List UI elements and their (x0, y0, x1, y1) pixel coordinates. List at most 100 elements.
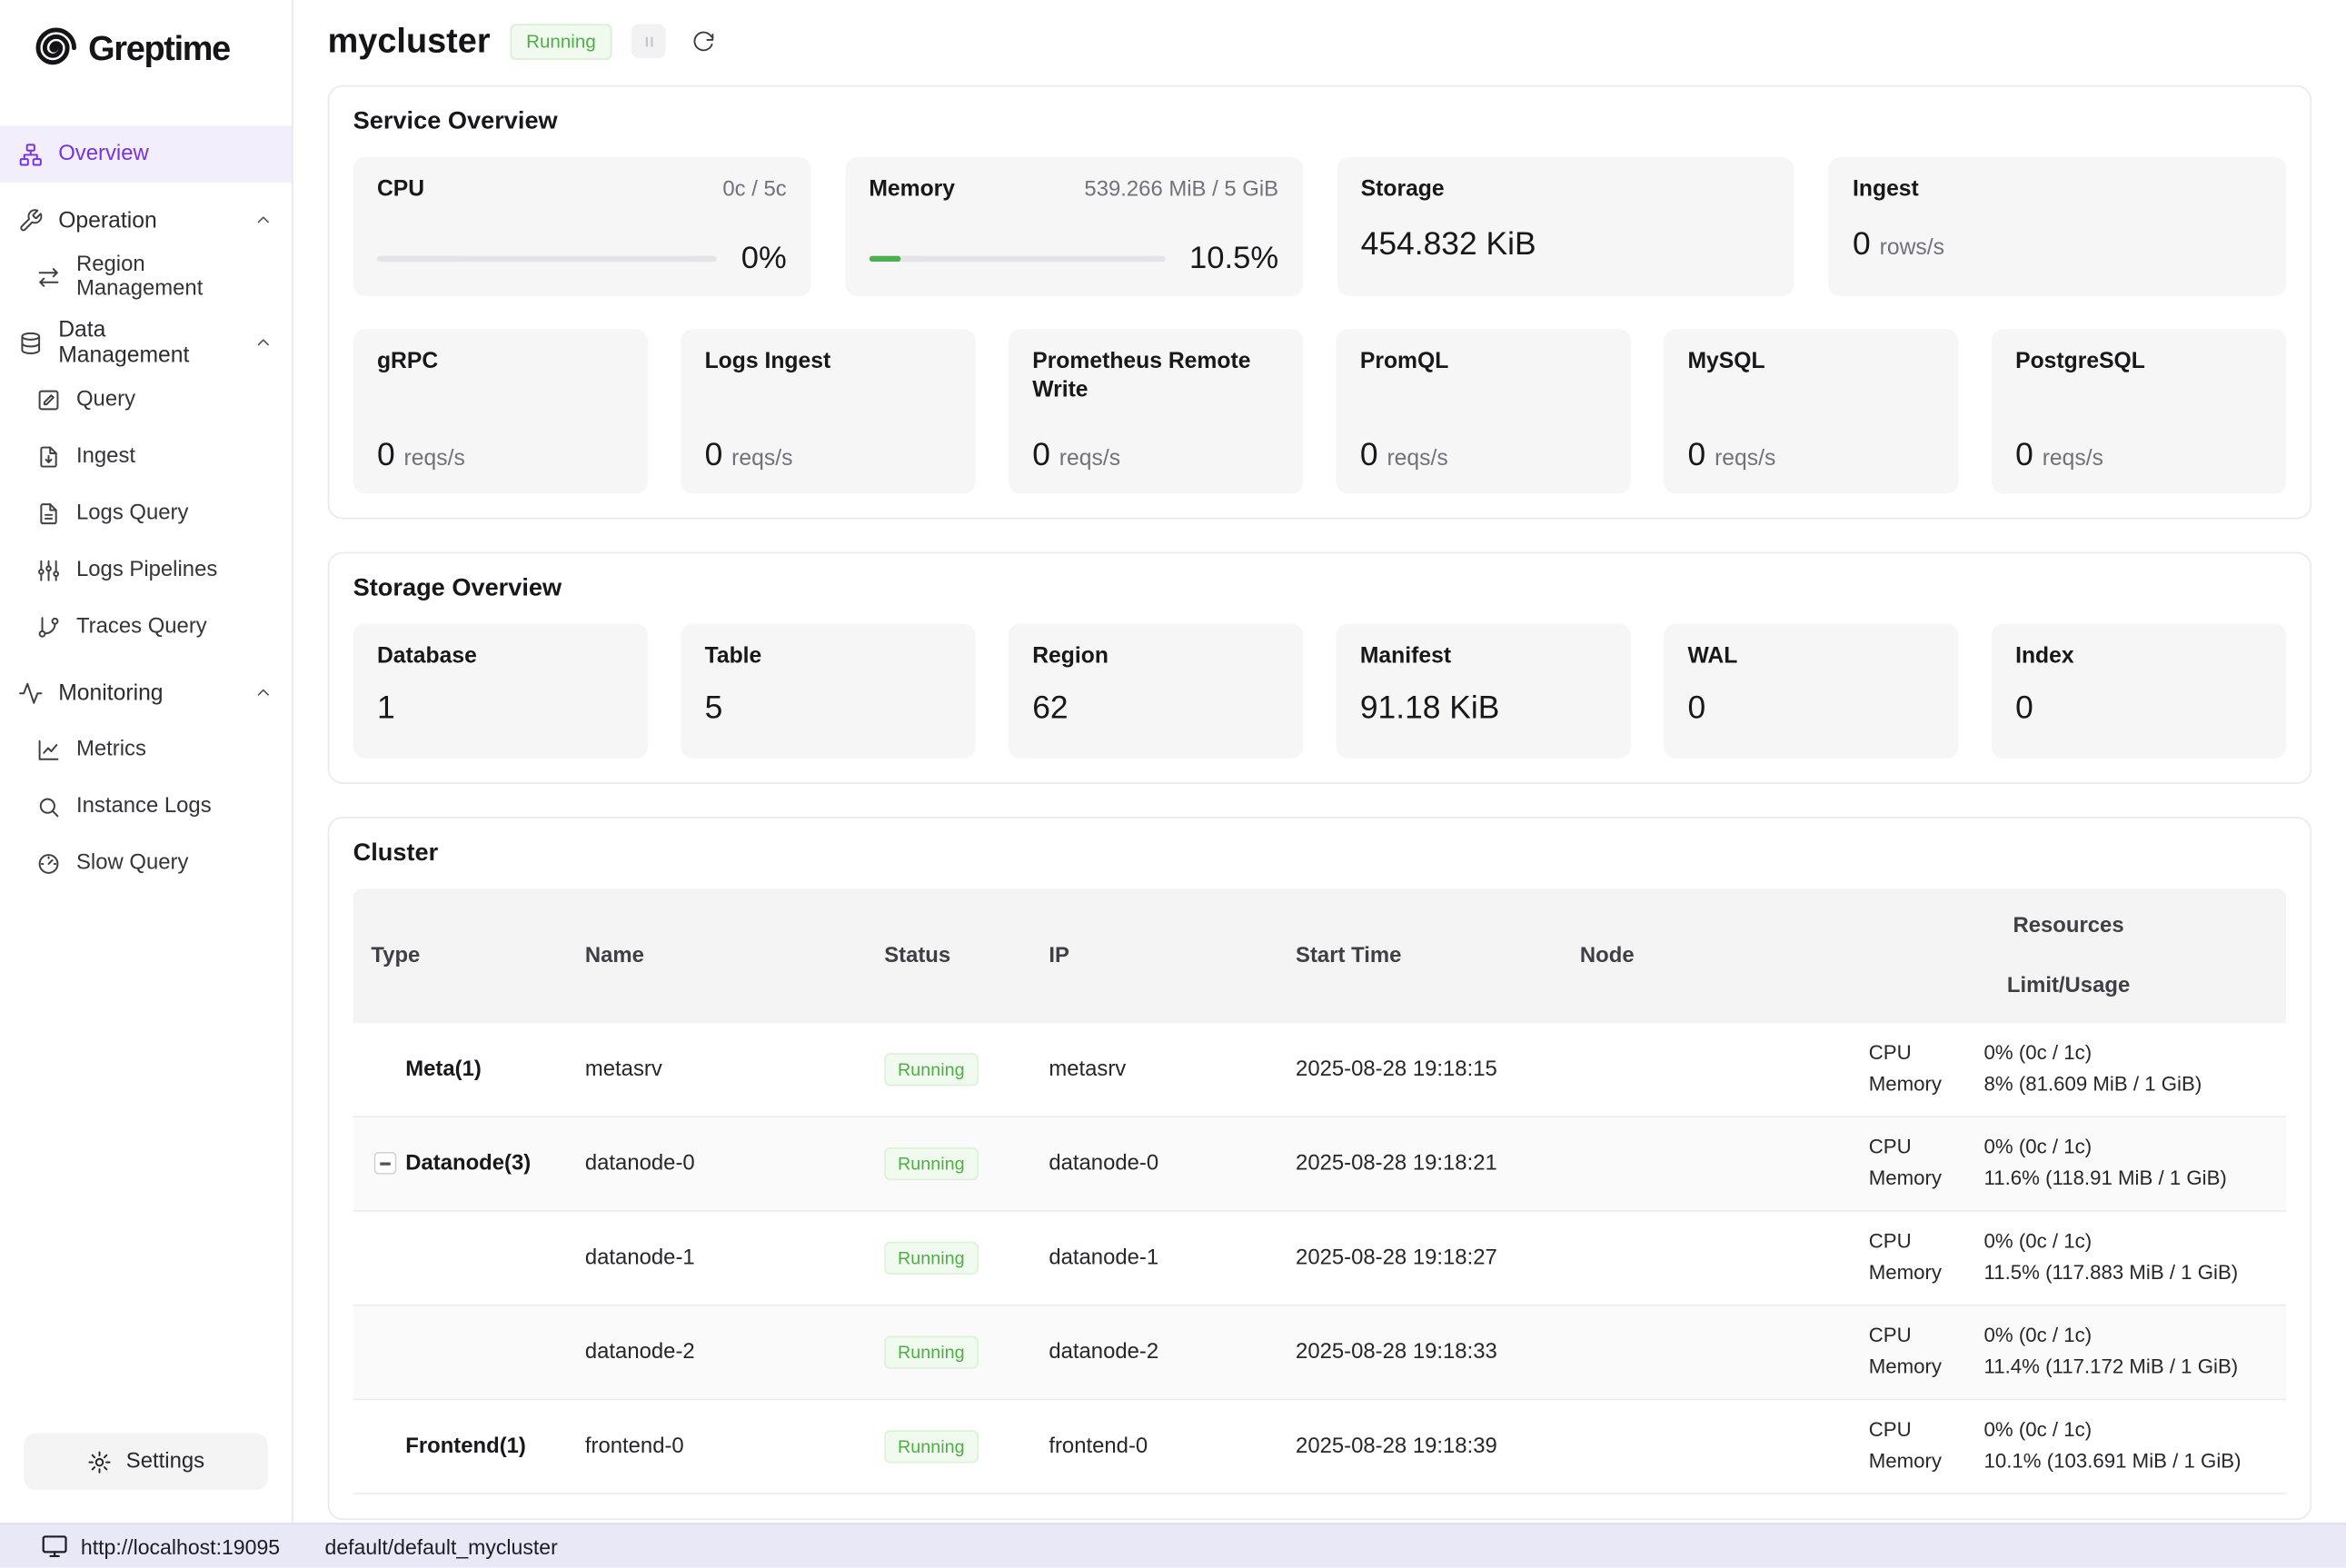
statusbar-database-path: default/default_mycluster (325, 1534, 558, 1558)
col-type: Type (353, 944, 567, 968)
sidebar-group-label: Operation (58, 207, 156, 233)
cpu-label: CPU (377, 176, 424, 204)
storage-label: Storage (1361, 176, 1445, 204)
sidebar-item-metrics[interactable]: Metrics (0, 721, 292, 779)
resource-memory-label: Memory (1869, 1449, 1984, 1474)
branch-icon (36, 614, 62, 640)
endpoint-value: 0 (2015, 436, 2033, 473)
cell-status: Running (866, 1430, 1030, 1463)
endpoint-card-grpc: gRPC 0 reqs/s (353, 329, 648, 493)
resource-cpu-label: CPU (1869, 1324, 1984, 1349)
cell-type: Frontend(1) (353, 1434, 567, 1458)
sidebar-group-data-management[interactable]: Data Management (0, 314, 292, 372)
memory-progress-bar (869, 255, 1165, 262)
collapse-icon[interactable] (374, 1152, 397, 1175)
endpoint-label: PostgreSQL (2015, 348, 2262, 376)
endpoint-value: 0 (1032, 436, 1050, 473)
sidebar-nav: Overview Operation Region Management (0, 125, 292, 891)
monitor-icon (40, 1532, 68, 1560)
cell-start-time: 2025-08-28 19:18:27 (1277, 1245, 1562, 1269)
ingest-card: Ingest 0 rows/s (1829, 157, 2286, 296)
endpoint-card-promql: PromQL 0 reqs/s (1337, 329, 1631, 493)
storage-overview-title: Storage Overview (353, 574, 2287, 602)
cluster-status-badge: Running (510, 24, 612, 60)
settings-label: Settings (126, 1450, 204, 1474)
endpoint-unit: reqs/s (1059, 445, 1120, 471)
memory-percent-value: 10.5% (1189, 241, 1278, 277)
stat-value: 62 (1032, 689, 1068, 726)
endpoint-label: gRPC (377, 348, 624, 376)
app-root: Greptime Overview Operation (0, 0, 2346, 1568)
sidebar-group-monitoring[interactable]: Monitoring (0, 664, 292, 721)
sidebar-item-overview[interactable]: Overview (0, 125, 292, 183)
sidebar-item-logs-pipelines[interactable]: Logs Pipelines (0, 541, 292, 599)
endpoint-card-prometheus-remote-write: Prometheus Remote Write 0 reqs/s (1009, 329, 1303, 493)
cell-start-time: 2025-08-28 19:18:15 (1277, 1057, 1562, 1081)
sidebar-item-query[interactable]: Query (0, 371, 292, 428)
wrench-icon (18, 207, 44, 233)
stat-card-index: Index 0 (1992, 623, 2286, 758)
sidebar-item-label: Logs Pipelines (76, 558, 217, 581)
chevron-up-icon (253, 682, 273, 703)
stat-label: Manifest (1360, 643, 1451, 669)
gauge-icon (36, 850, 62, 876)
cluster-table: Type Name Status IP Start Time Node Reso… (353, 888, 2287, 1494)
cell-start-time: 2025-08-28 19:18:21 (1277, 1152, 1562, 1176)
resource-memory-label: Memory (1869, 1355, 1984, 1380)
stat-card-table: Table 5 (681, 623, 975, 758)
stat-label: Index (2015, 643, 2074, 669)
sidebar-item-label: Query (76, 387, 135, 411)
statusbar-url: http://localhost:19095 (81, 1534, 280, 1558)
resource-cpu-value: 0% (0c / 1c) (1984, 1041, 2269, 1067)
sidebar-group-label: Monitoring (58, 680, 163, 705)
endpoint-value: 0 (705, 436, 723, 473)
cell-ip: datanode-0 (1031, 1152, 1278, 1176)
resource-cpu-label: CPU (1869, 1041, 1984, 1067)
sidebar-group-operation[interactable]: Operation (0, 192, 292, 249)
sidebar-item-slow-query[interactable]: Slow Query (0, 835, 292, 892)
sidebar-item-logs-query[interactable]: Logs Query (0, 485, 292, 542)
sidebar-item-label: Metrics (76, 738, 146, 761)
storage-card: Storage 454.832 KiB (1337, 157, 1794, 296)
line-chart-icon (36, 737, 62, 762)
sidebar-item-label: Ingest (76, 444, 135, 468)
cell-start-time: 2025-08-28 19:18:39 (1277, 1434, 1562, 1458)
sidebar-item-ingest[interactable]: Ingest (0, 428, 292, 485)
search-icon (36, 794, 62, 819)
cell-type (353, 1246, 567, 1269)
cell-name: metasrv (567, 1057, 866, 1081)
endpoint-value: 0 (377, 436, 395, 473)
cell-type (353, 1341, 567, 1364)
refresh-button[interactable] (686, 24, 721, 58)
settings-button[interactable]: Settings (24, 1434, 267, 1491)
endpoint-card-logs-ingest: Logs Ingest 0 reqs/s (681, 329, 975, 493)
cell-ip: frontend-0 (1031, 1434, 1278, 1458)
pause-icon (637, 29, 661, 53)
resource-memory-label: Memory (1869, 1072, 1984, 1097)
sidebar-item-region-management[interactable]: Region Management (0, 248, 292, 305)
cell-name: datanode-1 (567, 1245, 866, 1269)
stat-label: Region (1032, 643, 1108, 669)
service-overview-card: Service Overview CPU 0c / 5c 0% (328, 85, 2312, 519)
cell-name: datanode-2 (567, 1340, 866, 1364)
endpoint-unit: reqs/s (404, 445, 465, 471)
sidebar-item-label: Slow Query (76, 851, 188, 875)
storage-overview-card: Storage Overview Database 1 Table 5 Regi… (328, 551, 2312, 783)
refresh-icon (691, 29, 714, 53)
stat-card-database: Database 1 (353, 623, 648, 758)
sidebar-item-instance-logs[interactable]: Instance Logs (0, 778, 292, 835)
sidebar-item-label: Instance Logs (76, 794, 212, 818)
stat-card-manifest: Manifest 91.18 KiB (1337, 623, 1631, 758)
service-overview-title: Service Overview (353, 108, 2287, 136)
pause-button[interactable] (631, 24, 666, 58)
table-row-datanode-2: datanode-2 Running datanode-2 2025-08-28… (353, 1305, 2287, 1400)
file-text-icon (36, 501, 62, 526)
endpoint-unit: reqs/s (1387, 445, 1447, 471)
cell-status: Running (866, 1241, 1030, 1274)
sidebar: Greptime Overview Operation (0, 0, 293, 1523)
table-row-datanode-1: datanode-1 Running datanode-1 2025-08-28… (353, 1211, 2287, 1305)
endpoint-label: Prometheus Remote Write (1032, 348, 1279, 404)
file-ingest-icon (36, 443, 62, 469)
query-edit-icon (36, 387, 62, 412)
sidebar-item-traces-query[interactable]: Traces Query (0, 599, 292, 656)
